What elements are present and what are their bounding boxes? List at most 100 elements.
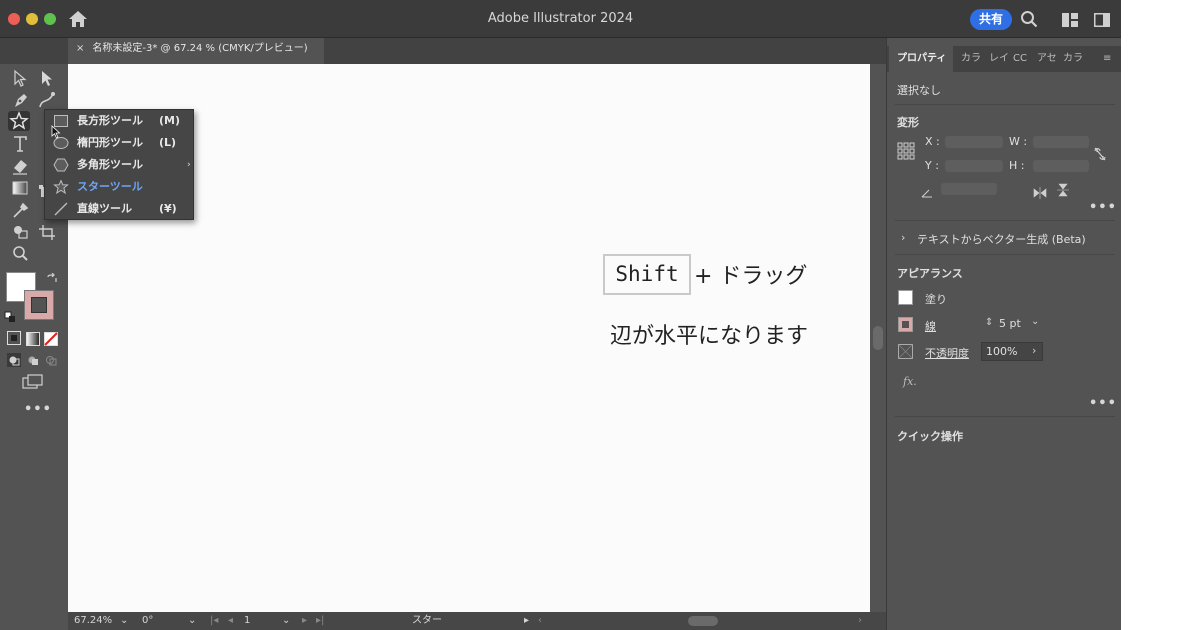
plus-drag-label: + ドラッグ [694,264,808,289]
appearance-section-title: アピアランス [897,267,963,280]
text-to-vector-section[interactable]: テキストからベクター生成 (Beta) [917,231,1086,247]
rotation-value[interactable]: 0° [142,612,153,630]
first-artboard-icon[interactable]: |◂ [210,612,218,630]
draw-behind-icon[interactable] [26,352,40,366]
document-tab-bar: × 名称未設定-3* @ 67.24 % (CMYK/プレビュー) [0,38,886,64]
artboard-tool-icon[interactable] [36,222,58,242]
flip-horizontal-icon[interactable] [1033,184,1047,199]
artboard-dropdown-icon[interactable]: ⌄ [282,612,290,630]
tab-color-guide[interactable]: カラ [1063,46,1083,72]
star-tool-icon[interactable] [8,111,30,131]
draw-normal-icon[interactable] [7,352,21,367]
selection-tool-icon[interactable] [10,68,32,88]
tab-properties[interactable]: プロパティ [889,46,953,72]
opacity-label[interactable]: 不透明度 [925,345,969,361]
y-field[interactable] [945,160,1003,172]
flyout-item-ellipse[interactable]: 楕円形ツール (L) [45,132,195,154]
scroll-right-icon[interactable]: › [858,612,862,630]
swap-fill-stroke-icon[interactable] [46,270,58,282]
type-tool-icon[interactable] [10,134,32,154]
status-menu-arrow-icon[interactable]: ▸ [524,612,529,630]
stroke-label[interactable]: 線 [925,318,936,334]
polygon-icon [53,158,69,172]
draw-inside-icon[interactable] [44,352,58,366]
reference-point-icon[interactable] [897,142,915,160]
transform-more-options-icon[interactable]: ••• [1089,200,1117,215]
status-bar: 67.24% ⌄ 0° ⌄ |◂ ◂ 1 ⌄ ▸ ▸| スター ▸ ‹ › [68,612,886,630]
edit-toolbar-more-icon[interactable]: ••• [24,402,52,417]
next-artboard-icon[interactable]: ▸ [302,612,307,630]
stroke-weight-field[interactable]: ⇕ 5 pt ⌄ [985,316,1045,333]
rotate-angle-icon [921,183,933,198]
artboard-number[interactable]: 1 [244,612,250,630]
none-mode-icon[interactable] [44,331,58,346]
active-tool-marker-icon [39,185,43,189]
rotate-field[interactable] [941,183,997,195]
line-icon [53,202,69,216]
tab-color[interactable]: カラ [961,46,981,72]
stroke-color-swatch[interactable] [898,317,913,332]
x-label: X : [925,135,940,148]
flyout-item-star[interactable]: スターツール [39,176,195,198]
tab-close-button[interactable]: × [76,43,84,54]
flyout-item-rectangle[interactable]: 長方形ツール (M) [45,110,195,132]
direct-selection-tool-icon[interactable] [36,68,58,88]
panel-toggle-icon[interactable] [1094,12,1110,27]
flyout-item-label: 多角形ツール [77,158,143,171]
fill-label[interactable]: 塗り [925,291,947,307]
illustrator-window: Adobe Illustrator 2024 共有 × 名称未設定-3* @ 67… [0,0,1121,630]
selection-status: 選択なし [897,84,941,97]
x-field[interactable] [945,136,1003,148]
curvature-tool-icon[interactable] [36,90,58,110]
zoom-dropdown-icon[interactable]: ⌄ [120,612,128,630]
shape-builder-tool-icon[interactable] [10,222,32,242]
w-field[interactable] [1033,136,1089,148]
rotation-dropdown-icon[interactable]: ⌄ [188,612,196,630]
gradient-tool-icon[interactable] [10,178,32,198]
color-mode-icon[interactable] [7,331,21,345]
zoom-level[interactable]: 67.24% [74,612,112,630]
eyedropper-tool-icon[interactable] [10,200,32,220]
pen-tool-icon[interactable] [10,90,32,110]
tab-layers[interactable]: レイ [989,46,1009,72]
scroll-left-icon[interactable]: ‹ [538,612,542,630]
flyout-item-polygon[interactable]: 多角形ツール › [45,154,195,176]
tab-assets[interactable]: アセ [1037,46,1057,72]
search-icon[interactable] [1020,10,1038,28]
zoom-tool-icon[interactable] [10,244,32,264]
flyout-item-line[interactable]: 直線ツール (¥) [45,198,195,220]
tab-cc-libraries[interactable]: CC [1013,46,1027,72]
document-tab[interactable]: × 名称未設定-3* @ 67.24 % (CMYK/プレビュー) [68,38,324,64]
last-artboard-icon[interactable]: ▸| [316,612,324,630]
document-tab-label: 名称未設定-3* @ 67.24 % (CMYK/プレビュー) [92,43,308,54]
prev-artboard-icon[interactable]: ◂ [228,612,233,630]
flip-vertical-icon[interactable] [1057,182,1069,197]
submenu-chevron-icon: › [187,160,191,170]
stroke-swatch[interactable] [24,290,54,320]
horizontal-scroll-thumb[interactable] [688,616,718,626]
workspace-switcher-icon[interactable] [1062,12,1078,27]
screen-mode-icon[interactable] [22,374,44,390]
stroke-weight-dropdown-icon[interactable]: ⌄ [1031,316,1039,327]
flyout-item-label: スターツール [77,180,143,193]
stroke-weight-value: 5 pt [999,317,1021,330]
vertical-scroll-thumb[interactable] [873,326,883,350]
flyout-item-shortcut: (M) [159,114,181,127]
stepper-icon[interactable]: ⇕ [985,317,993,328]
constrain-proportions-icon[interactable] [1093,146,1107,162]
eraser-tool-icon[interactable] [10,156,32,176]
gradient-mode-icon[interactable] [26,331,40,346]
flyout-item-label: 長方形ツール [77,114,143,127]
vertical-scrollbar[interactable] [870,64,886,612]
default-fill-stroke-icon[interactable] [4,308,16,322]
fx-effects-button[interactable]: fx. [903,375,917,388]
opacity-field[interactable]: 100% › [981,342,1043,361]
share-button[interactable]: 共有 [970,9,1012,30]
fill-color-swatch[interactable] [898,290,913,305]
h-field[interactable] [1033,160,1089,172]
chevron-right-icon[interactable]: › [901,231,905,244]
appearance-more-options-icon[interactable]: ••• [1089,396,1117,411]
mouse-cursor-icon [51,124,61,139]
opacity-arrow-icon[interactable]: › [1032,344,1036,357]
panel-menu-icon[interactable]: ≡ [1103,46,1111,72]
